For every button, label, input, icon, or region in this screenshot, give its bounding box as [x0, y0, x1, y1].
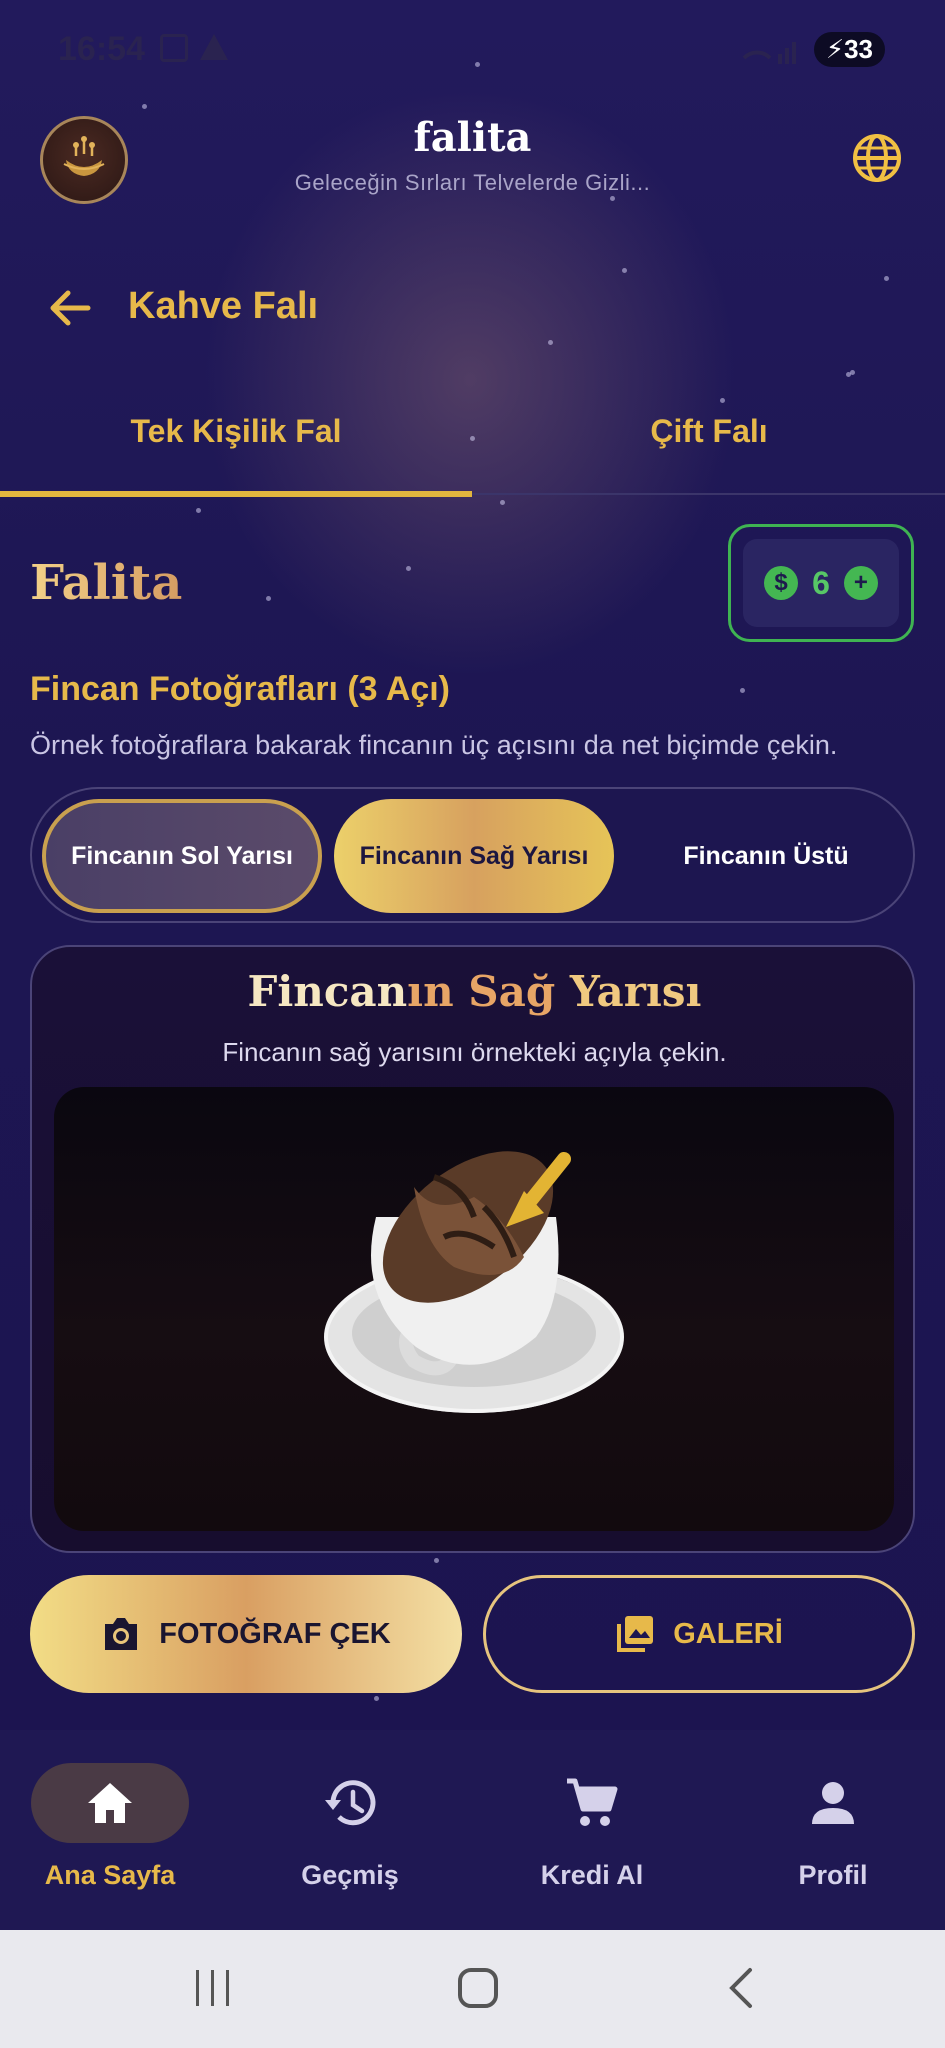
page-title: Kahve Falı	[128, 285, 319, 327]
home-icon	[88, 1783, 132, 1823]
page-header: Kahve Falı	[0, 255, 945, 365]
card-title: Fincanın Sağ Yarısı	[32, 967, 917, 1016]
angle-left-half-button[interactable]: Fincanın Sol Yarısı	[42, 799, 322, 913]
credit-value: 6	[812, 564, 830, 601]
cart-icon	[567, 1778, 618, 1826]
angle-selector: Fincanın Sol Yarısı Fincanın Sağ Yarısı …	[30, 787, 915, 923]
gallery-label: GALERİ	[673, 1617, 783, 1650]
gallery-button[interactable]: GALERİ	[483, 1575, 915, 1693]
history-icon	[325, 1780, 376, 1826]
battery-level: 33	[844, 34, 873, 64]
angle-top-button[interactable]: Fincanın Üstü	[626, 799, 906, 913]
card-title-part3: Yarısı	[555, 967, 702, 1016]
section-title: Fincan Fotoğrafları (3 Açı)	[30, 670, 451, 708]
back-button-icon[interactable]	[726, 1966, 756, 2010]
gallery-icon	[617, 1616, 654, 1652]
nav-profile[interactable]: Profil	[733, 1760, 933, 1891]
credit-balance-button[interactable]: $ 6 +	[728, 524, 914, 642]
card-title-part2: ın Sağ	[407, 967, 556, 1016]
tab-couple-reading[interactable]: Çift Falı	[473, 413, 945, 450]
tab-bar: Tek Kişilik Fal Çift Falı	[0, 395, 945, 497]
card-title-part1: Fincan	[247, 967, 408, 1016]
back-arrow-icon[interactable]	[46, 285, 92, 331]
status-bar: 16:54 ⚡33	[0, 0, 945, 100]
warning-icon	[200, 34, 228, 60]
app-title: falita	[413, 114, 532, 161]
battery-indicator: ⚡33	[813, 32, 885, 67]
person-icon	[812, 1782, 854, 1824]
recent-apps-icon[interactable]	[192, 1968, 234, 2008]
card-subtitle: Fincanın sağ yarısını örnekteki açıyla ç…	[222, 1037, 727, 1067]
example-card: Fincanın Sağ Yarısı Fincanın sağ yarısın…	[30, 945, 915, 1553]
tab-single-reading[interactable]: Tek Kişilik Fal	[0, 413, 472, 450]
home-button-icon[interactable]	[456, 1966, 500, 2010]
section-description: Örnek fotoğraflara bakarak fincanın üç a…	[30, 730, 838, 760]
signal-icon	[742, 41, 796, 64]
app-header: falita Geleceğin Sırları Telvelerde Gizl…	[0, 100, 945, 240]
globe-icon[interactable]	[849, 130, 905, 186]
app-subtitle: Geleceğin Sırları Telvelerde Gizli...	[294, 170, 651, 195]
notification-icons	[160, 34, 228, 62]
take-photo-button[interactable]: FOTOĞRAF ÇEK	[30, 1575, 462, 1693]
coffee-cup-example-image	[324, 1151, 624, 1413]
nav-buy-credits[interactable]: Kredi Al	[492, 1760, 692, 1891]
add-credit-icon[interactable]: +	[843, 566, 878, 600]
camera-icon	[105, 1618, 138, 1650]
dollar-icon: $	[764, 566, 799, 600]
system-navigation-bar	[0, 1930, 945, 2048]
nav-buy-credits-label: Kredi Al	[540, 1860, 644, 1890]
angle-right-half-button[interactable]: Fincanın Sağ Yarısı	[334, 799, 614, 913]
nav-history-label: Geçmiş	[301, 1860, 399, 1890]
take-photo-label: FOTOĞRAF ÇEK	[159, 1617, 391, 1650]
nav-profile-label: Profil	[798, 1860, 868, 1890]
example-photo	[54, 1087, 894, 1531]
bottom-navigation: Ana Sayfa Geçmiş Kredi Al Profil	[0, 1730, 945, 1930]
nav-home[interactable]: Ana Sayfa	[10, 1760, 210, 1891]
nav-history[interactable]: Geçmiş	[250, 1760, 450, 1891]
brand-title: Falita	[30, 555, 183, 611]
nav-home-label: Ana Sayfa	[44, 1860, 176, 1890]
tab-active-indicator	[0, 491, 472, 497]
screenshot-icon	[160, 34, 188, 62]
status-time: 16:54	[58, 30, 145, 68]
